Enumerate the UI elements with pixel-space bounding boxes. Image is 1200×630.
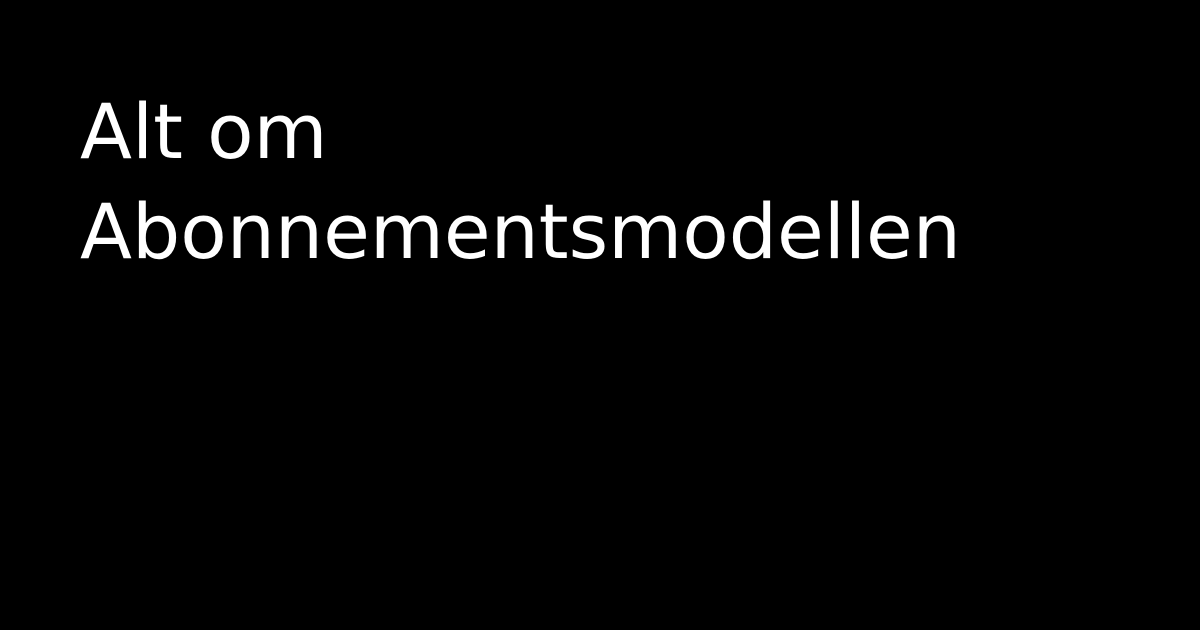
title-line-1: Alt om	[80, 87, 328, 176]
page-title: Alt om Abonnementsmodellen	[80, 82, 961, 282]
social-share-card: Alt om Abonnementsmodellen	[0, 0, 1200, 630]
title-line-2: Abonnementsmodellen	[80, 187, 961, 276]
